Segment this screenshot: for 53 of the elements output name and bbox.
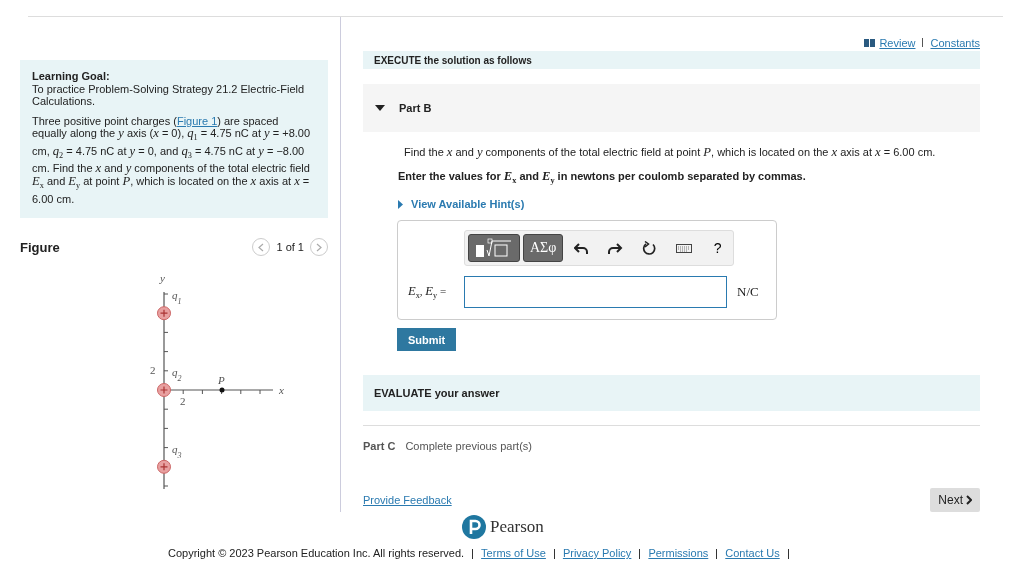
unit-label: N/C xyxy=(737,284,759,301)
part-title: Part C xyxy=(363,440,396,453)
copyright-text: Copyright © 2023 Pearson Education Inc. All rights reserved. xyxy=(168,547,466,561)
figure-title: Figure xyxy=(20,239,61,255)
charge-label: q$_{2}$ xyxy=(172,366,182,383)
evaluate-heading: EVALUATE your answer xyxy=(374,387,500,400)
review-link[interactable]: Review xyxy=(879,36,916,49)
point-label: P xyxy=(218,374,225,387)
positive-charge-icon xyxy=(157,459,171,474)
book-icon xyxy=(864,38,876,47)
feedback-link[interactable]: Provide Feedback xyxy=(363,494,452,507)
part-status: Complete previous part(s) xyxy=(405,440,532,453)
instruction-text: Enter the values for E$_{x}$ and E$_{y}$ in newtons per coulomb separated by commas. xyxy=(398,169,807,186)
page-indicator: 1 of 1 xyxy=(276,241,304,254)
chevron-icon xyxy=(258,242,265,252)
point-marker xyxy=(219,387,225,393)
help-button[interactable]: ? xyxy=(702,234,734,263)
goal-title: Learning Goal: xyxy=(32,70,111,83)
brand-name: Pearson xyxy=(490,517,544,538)
tick-label: 2 xyxy=(180,395,186,408)
part-header[interactable]: Part B xyxy=(363,84,980,132)
goal-text: To practice Problem-Solving Strategy 21.2 Electric-Field Calculations. xyxy=(32,82,306,108)
footer-link[interactable]: Privacy Policy xyxy=(554,547,640,561)
undo-icon xyxy=(573,241,590,256)
footer-link[interactable]: Contact Us xyxy=(717,547,788,561)
chevron-icon xyxy=(316,242,322,252)
y-axis-label: y xyxy=(160,272,165,285)
chevron-right-icon xyxy=(966,495,972,506)
tick-label: 2 xyxy=(150,364,156,377)
charge-label: q$_{3}$ xyxy=(172,442,182,460)
part-title: Part B xyxy=(399,102,432,114)
question-text: Find the x and y components of the total electric field at point P, which is located on the x axis at x = 6.00 cm. xyxy=(404,145,937,160)
submit-button[interactable]: Submit xyxy=(397,328,457,352)
constants-link[interactable]: Constants xyxy=(930,36,980,49)
answer-label: E$_{x}$, E$_{y}$ = xyxy=(408,284,448,301)
charge-label: q$_{1}$ xyxy=(172,289,182,306)
redo-icon xyxy=(607,241,624,256)
x-axis-label: x xyxy=(279,384,284,397)
caret-right-icon xyxy=(398,199,403,209)
footer-link[interactable]: Terms of Use xyxy=(473,547,554,561)
positive-charge-icon xyxy=(157,306,171,321)
pearson-logo-icon xyxy=(462,515,486,540)
symbols-button[interactable]: ΑΣφ xyxy=(523,234,564,263)
execute-heading: EXECUTE the solution as follows xyxy=(374,54,532,66)
figure-link[interactable]: Figure 1 xyxy=(176,114,218,127)
hint-link[interactable]: View Available Hint(s) xyxy=(411,198,525,211)
reset-icon xyxy=(641,241,658,256)
footer-link[interactable]: Permissions xyxy=(640,547,717,561)
templates-button[interactable] xyxy=(468,234,520,263)
positive-charge-icon xyxy=(157,383,171,398)
next-button[interactable]: Next xyxy=(930,488,980,513)
answer-field[interactable] xyxy=(464,276,727,309)
keyboard-icon xyxy=(675,241,692,256)
